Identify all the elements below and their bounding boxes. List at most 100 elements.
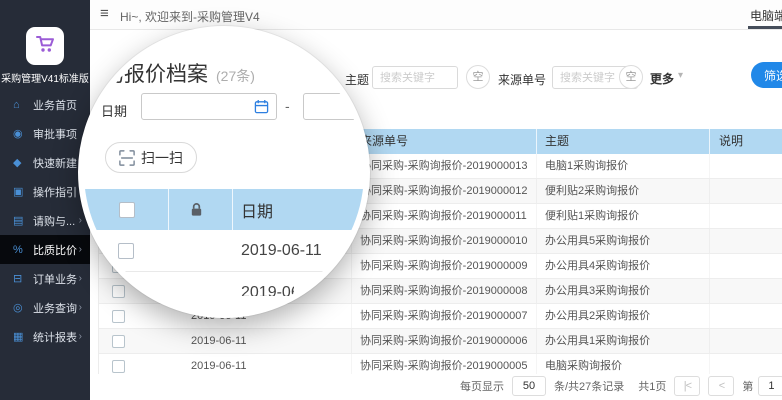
- cell-subject: 便利贴1采购询报价: [536, 204, 709, 228]
- sidebar-item-7[interactable]: ⊟ 订单业务›: [0, 264, 90, 293]
- cell-date: 2019-06-11: [179, 329, 351, 353]
- topbar: ≡ Hi~, 欢迎来到-采购管理V4 电脑端: [90, 0, 782, 30]
- sidebar-item-8[interactable]: ◎ 业务查询›: [0, 293, 90, 322]
- cell-note: [709, 354, 782, 374]
- source-filter-label: 来源单号: [498, 71, 546, 88]
- cell-note: [709, 229, 782, 253]
- compare-icon: %: [13, 244, 27, 256]
- page-title: 询报价档案 (27条): [103, 58, 255, 88]
- filter-button[interactable]: 筛选: [751, 62, 782, 88]
- date-to-input[interactable]: [303, 93, 370, 120]
- cell-subject: 办公用具2采购询报价: [536, 304, 709, 328]
- subject-filter-input[interactable]: [372, 66, 458, 89]
- report-icon: ▦: [13, 330, 27, 343]
- subject-filter-label: 主题: [345, 71, 369, 88]
- cell-date: 2019-06-11: [179, 354, 351, 374]
- row-checkbox-cell: [99, 354, 139, 374]
- date-from-input[interactable]: [141, 93, 277, 120]
- col-source: 来源单号: [351, 129, 536, 154]
- cell-subject: 办公用具5采购询报价: [536, 229, 709, 253]
- app-title: 采购管理V41标准版: [0, 70, 90, 85]
- record-count-badge: (27条): [216, 68, 255, 84]
- cell-note: [709, 204, 782, 228]
- magnified-row-1: 2019-06-11: [84, 230, 370, 272]
- sidebar-item-9[interactable]: ▦统计报表›: [0, 322, 90, 351]
- sidebar-item-5[interactable]: ▤请购与...›: [0, 206, 90, 235]
- scan-button[interactable]: 扫一扫: [105, 142, 197, 173]
- cell-source: 协同采购-采购询报价-2019000007: [351, 304, 536, 328]
- sidebar-menu: ⌂业务首页◉审批事项◆快速新建▣操作指引▤请购与...›%比质比价›⊟订单业务›…: [0, 90, 90, 351]
- row-lock-cell: [139, 354, 179, 374]
- sidebar-item-label: 比质比价: [33, 242, 77, 258]
- tab-pc-underline: [748, 26, 782, 29]
- tab-pc[interactable]: 电脑端: [750, 7, 782, 24]
- sidebar-item-label: 操作指引: [33, 184, 77, 200]
- sidebar-item-3[interactable]: ◆快速新建: [0, 148, 90, 177]
- caret-down-icon: ▾: [678, 70, 683, 81]
- order-icon: ⊟: [13, 272, 27, 285]
- sidebar-item-label: 审批事项: [33, 126, 77, 142]
- chevron-right-icon: ›: [79, 273, 82, 284]
- magnified-row-date: 2019-06-11: [232, 242, 370, 260]
- scan-icon: [119, 150, 135, 166]
- sidebar-item-4[interactable]: ▣操作指引: [0, 177, 90, 206]
- hamburger-icon[interactable]: ≡: [100, 5, 109, 22]
- sidebar-item-label: 业务首页: [33, 97, 77, 113]
- query-icon: ◎: [13, 301, 27, 314]
- sidebar-item-2[interactable]: ◉ 审批事项: [0, 119, 90, 148]
- magnified-row-2: 2019-06-11: [84, 272, 370, 296]
- cell-note: [709, 304, 782, 328]
- calendar-icon[interactable]: [254, 99, 269, 119]
- cell-source: 协同采购-采购询报价-2019000012: [351, 179, 536, 203]
- row-checkbox[interactable]: [112, 310, 125, 323]
- sidebar-item-1[interactable]: ⌂业务首页: [0, 90, 90, 119]
- per-page-input[interactable]: 50: [512, 376, 546, 396]
- sidebar-item-label: 订单业务: [33, 271, 77, 287]
- sidebar-item-6[interactable]: %比质比价›: [0, 235, 90, 264]
- row-checkbox[interactable]: [112, 360, 125, 373]
- sidebar-item-label: 业务查询: [33, 300, 77, 316]
- records-count: 条/共27条记录: [554, 378, 624, 394]
- chevron-right-icon: ›: [79, 302, 82, 313]
- sidebar-item-label: 统计报表: [33, 329, 77, 345]
- page-label-pre: 第: [742, 378, 753, 394]
- page-input[interactable]: 1: [758, 376, 782, 396]
- lock-icon: [189, 202, 204, 217]
- magnified-row-date: 2019-06-11: [232, 284, 294, 297]
- page-title-text: 询报价档案: [103, 63, 208, 86]
- col-note: 说明: [709, 129, 782, 154]
- first-page-button[interactable]: |<: [674, 376, 700, 396]
- cell-subject: 办公用具1采购询报价: [536, 329, 709, 353]
- quick-new-icon: ◆: [13, 156, 27, 169]
- approval-icon: ◉: [13, 127, 27, 140]
- row-checkbox-magnified[interactable]: [118, 285, 134, 297]
- cell-note: [709, 154, 782, 178]
- magnified-table: 日期 2019-06-11 2019-06-11: [84, 189, 370, 296]
- more-filters-button[interactable]: 更多: [650, 70, 674, 87]
- chevron-right-icon: ›: [79, 215, 82, 226]
- magnifier-circle: › 询报价档案(27条) 日期 - 扫一扫: [78, 26, 370, 318]
- select-all-checkbox-magnified[interactable]: [119, 202, 135, 218]
- table-row[interactable]: 2019-06-11协同采购-采购询报价-2019000005电脑采购询报价: [99, 354, 782, 374]
- row-checkbox[interactable]: [112, 335, 125, 348]
- row-lock-cell: [139, 329, 179, 353]
- sidebar: 采购管理V41标准版 ⌂业务首页 ◉ 审批事项 ◆快速新建▣操作指引▤请购与...›%…: [0, 0, 90, 400]
- col-subject: 主题: [536, 129, 709, 154]
- app-logo: [26, 27, 64, 65]
- scan-button-label: 扫一扫: [141, 148, 183, 168]
- breadcrumb-chevron: ›: [97, 40, 101, 52]
- table-row[interactable]: 2019-06-11协同采购-采购询报价-2019000006办公用具1采购询报…: [99, 329, 782, 354]
- cell-note: [709, 254, 782, 278]
- cart-logo-icon: [33, 32, 57, 61]
- source-clear-button[interactable]: 空: [619, 65, 643, 89]
- cell-subject: 电脑采购询报价: [536, 354, 709, 374]
- prev-page-button[interactable]: <: [708, 376, 734, 396]
- subject-clear-button[interactable]: 空: [466, 65, 490, 89]
- cell-source: 协同采购-采购询报价-2019000009: [351, 254, 536, 278]
- magnified-table-header: 日期: [84, 189, 370, 230]
- cell-source: 协同采购-采购询报价-2019000005: [351, 354, 536, 374]
- row-checkbox-magnified[interactable]: [118, 243, 134, 259]
- cell-source: 协同采购-采购询报价-2019000010: [351, 229, 536, 253]
- cell-note: [709, 329, 782, 353]
- cell-subject: 办公用具4采购询报价: [536, 254, 709, 278]
